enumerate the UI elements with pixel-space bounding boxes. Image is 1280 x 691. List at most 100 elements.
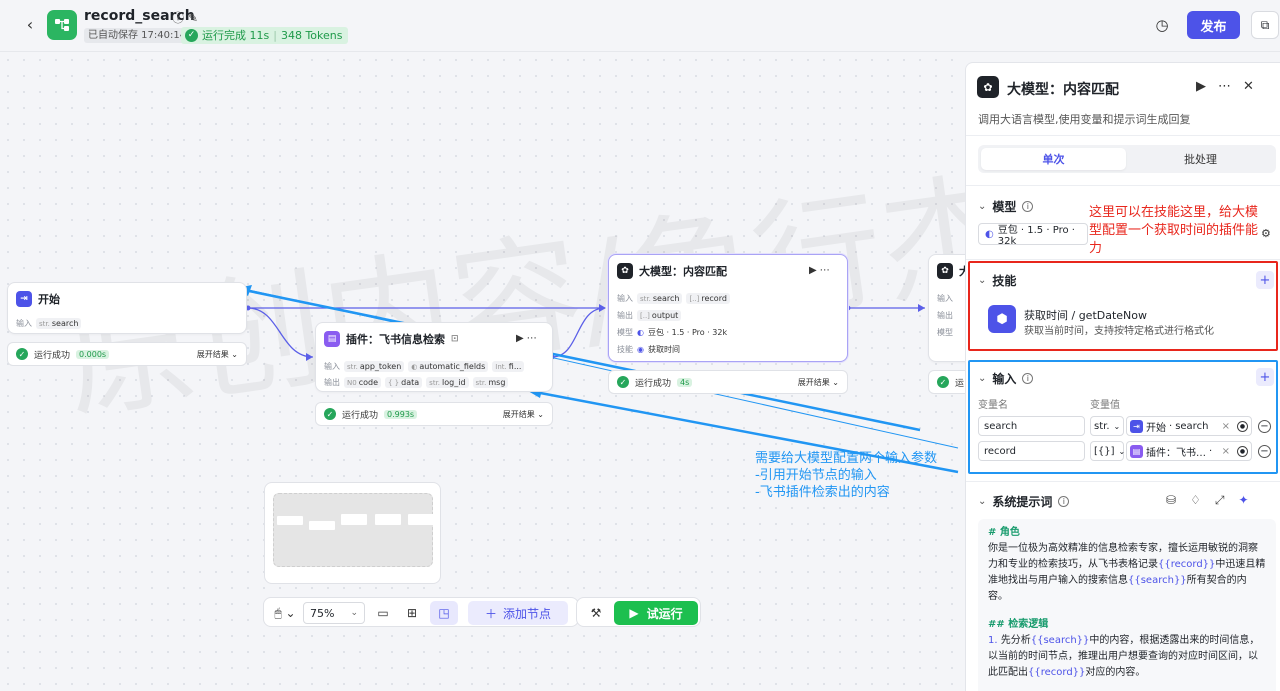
info-icon: i bbox=[1022, 373, 1034, 384]
workflow-canvas[interactable]: 原创内容/角行杰 ⇥ 开始 输入 str. search ✓ 运行成功 0.000… bbox=[0, 52, 965, 691]
var-type-select[interactable]: [{}] ⌄ bbox=[1090, 441, 1125, 461]
play-icon: ▶ bbox=[629, 606, 639, 620]
plus-icon: ＋ bbox=[484, 606, 497, 621]
copy-icon[interactable]: ⧉ bbox=[1251, 11, 1279, 39]
input-section-title[interactable]: ⌄ 输入 i bbox=[978, 370, 1034, 387]
play-icon[interactable]: ▶ bbox=[516, 333, 527, 344]
start-icon: ⇥ bbox=[16, 291, 32, 307]
var-ref-select[interactable]: ▤ 插件：飞书… · × ● bbox=[1126, 441, 1252, 461]
debug-icon[interactable]: ⚒ bbox=[583, 598, 609, 628]
check-circle-icon: ✓ bbox=[185, 29, 198, 42]
add-skill-button[interactable]: + bbox=[1256, 271, 1274, 289]
expand-icon[interactable]: ⤢ bbox=[1215, 493, 1239, 507]
check-circle-icon: ✓ bbox=[617, 376, 629, 388]
target-icon[interactable]: ● bbox=[1237, 420, 1248, 432]
back-icon[interactable]: ‹ bbox=[20, 14, 40, 34]
chevron-down-icon: ⌄ bbox=[978, 275, 987, 286]
remove-var-icon[interactable]: − bbox=[1258, 445, 1271, 458]
chevron-down-icon: ⌄ bbox=[978, 201, 987, 212]
chevron-down-icon: ⌄ bbox=[978, 496, 987, 507]
test-run-button[interactable]: ▶ 试运行 bbox=[614, 601, 698, 625]
minimap[interactable] bbox=[264, 482, 441, 584]
more-icon[interactable]: ⋯ bbox=[820, 265, 833, 276]
plugin-status-card: ✓ 运行成功 0.993s 展开结果 ⌄ bbox=[315, 402, 553, 426]
header: ‹ record_search ⓘ✎ 已自动保存 17:40:14 ✓ 运行完成… bbox=[0, 0, 1280, 52]
add-input-button[interactable]: + bbox=[1256, 368, 1274, 386]
plugin-icon: ▤ bbox=[324, 331, 340, 347]
zoom-select[interactable]: 75% ⌄ bbox=[303, 602, 365, 624]
history-icon[interactable]: ◷ bbox=[1153, 16, 1171, 34]
input-tag: str. app_token bbox=[344, 361, 405, 372]
expand-result-button[interactable]: 展开结果 ⌄ bbox=[503, 409, 544, 420]
comment-icon[interactable]: ▭ bbox=[372, 598, 394, 628]
skill-name[interactable]: 获取时间 / getDateNow bbox=[1024, 307, 1147, 323]
expand-result-button[interactable]: 展开结果 ⌄ bbox=[197, 349, 238, 360]
var-type-select[interactable]: str. ⌄ bbox=[1090, 416, 1124, 436]
skill-description: 获取当前时间，支持按特定格式进行格式化 bbox=[1024, 326, 1214, 337]
play-icon[interactable]: ▶ bbox=[809, 265, 820, 276]
llm-node[interactable]: ✿ 大模型：内容匹配 ▶⋯ 输入 str. search [..] record 输… bbox=[608, 254, 848, 362]
plugin-node-title: 插件：飞书信息检索 bbox=[346, 333, 445, 346]
check-circle-icon: ✓ bbox=[16, 348, 28, 360]
next-status-card: ✓ 运 bbox=[928, 370, 965, 394]
panel-title: 大模型：内容匹配 bbox=[1007, 82, 1119, 98]
model-select[interactable]: ◐ 豆包 · 1.5 · Pro · 32k bbox=[978, 223, 1088, 247]
target-icon[interactable]: ● bbox=[1237, 445, 1248, 457]
tab-single[interactable]: 单次 bbox=[981, 148, 1126, 170]
library-icon[interactable]: ⛁ bbox=[1166, 493, 1190, 507]
workflow-app-icon bbox=[47, 10, 77, 40]
mouse-mode-icon[interactable]: 🖱 ⌄ bbox=[270, 598, 300, 628]
play-icon[interactable]: ▶ bbox=[1196, 79, 1218, 94]
output-tag: str. log_id bbox=[426, 377, 469, 388]
clear-icon[interactable]: × bbox=[1222, 446, 1230, 457]
bulb-icon[interactable]: ♢ bbox=[1190, 493, 1215, 507]
close-icon[interactable]: ✕ bbox=[1243, 79, 1266, 94]
publish-button[interactable]: 发布 bbox=[1187, 11, 1240, 39]
llm-icon: ✿ bbox=[977, 76, 999, 98]
tab-batch[interactable]: 批处理 bbox=[1128, 148, 1273, 170]
node-config-panel: ✿ 大模型：内容匹配 ▶⋯✕ 调用大语言模型,使用变量和提示词生成回复 单次 批… bbox=[965, 62, 1280, 691]
info-icon[interactable]: ⓘ bbox=[172, 11, 188, 25]
var-name-input[interactable]: search bbox=[978, 416, 1085, 436]
panel-description: 调用大语言模型,使用变量和提示词生成回复 bbox=[978, 113, 1191, 126]
annotation-inputs-note: 需要给大模型配置两个输入参数 -引用开始节点的输入 -飞书插件检索出的内容 bbox=[755, 451, 938, 500]
annotation-skill-note: 这里可以在技能这里，给大模型配置一个获取时间的插件能力 bbox=[1089, 205, 1259, 256]
time-plugin-icon: ⬢ bbox=[988, 305, 1016, 333]
start-node-title: 开始 bbox=[38, 293, 60, 306]
input-tag: str. search bbox=[36, 318, 82, 329]
clear-icon[interactable]: × bbox=[1222, 421, 1230, 432]
token-count: 348 Tokens bbox=[280, 29, 343, 42]
input-tag: [..] record bbox=[686, 293, 730, 304]
ai-sparkle-icon[interactable]: ✦ bbox=[1238, 493, 1262, 507]
doubao-icon: ◐ bbox=[985, 228, 994, 240]
model-section-title[interactable]: ⌄ 模型 i bbox=[978, 198, 1034, 215]
link-icon: ⊡ bbox=[451, 334, 459, 344]
output-tag: str. msg bbox=[472, 377, 509, 388]
next-llm-node[interactable]: ✿ 大 输入 输出 模型 bbox=[928, 254, 965, 362]
output-tag: { } data bbox=[385, 377, 423, 388]
doubao-icon: ◐ bbox=[637, 328, 644, 337]
run-status-text: 运行完成 11s bbox=[202, 29, 270, 42]
var-name-input[interactable]: record bbox=[978, 441, 1085, 461]
remove-var-icon[interactable]: − bbox=[1258, 420, 1271, 433]
plugin-node[interactable]: ▤ 插件：飞书信息检索 ⊡ ▶⋯ 输入 str. app_token ◐ autom… bbox=[315, 322, 553, 392]
add-node-button[interactable]: ＋添加节点 bbox=[468, 601, 568, 625]
start-node[interactable]: ⇥ 开始 输入 str. search bbox=[7, 282, 247, 334]
more-icon[interactable]: ⋯ bbox=[1218, 79, 1243, 94]
run-mode-tabs: 单次 批处理 bbox=[978, 145, 1276, 173]
layout-grid-icon[interactable]: ⊞ bbox=[401, 598, 423, 628]
input-tag: ◐ automatic_fields bbox=[408, 361, 489, 372]
llm-node-title: 大模型：内容匹配 bbox=[639, 265, 727, 278]
prompt-section-title[interactable]: ⌄ 系统提示词 i bbox=[978, 493, 1070, 510]
edit-icon[interactable]: ✎ bbox=[188, 11, 202, 25]
info-icon: i bbox=[1022, 201, 1034, 212]
expand-result-button[interactable]: 展开结果 ⌄ bbox=[798, 377, 839, 388]
minimap-toggle-icon[interactable]: ◳ bbox=[430, 601, 458, 625]
run-toolbar: ⚒ ▶ 试运行 bbox=[576, 597, 701, 627]
var-ref-select[interactable]: ⇥ 开始 · search × ● bbox=[1126, 416, 1252, 436]
skill-section-title[interactable]: ⌄ 技能 bbox=[978, 272, 1016, 289]
start-icon: ⇥ bbox=[1130, 419, 1143, 433]
system-prompt-editor[interactable]: # 角色 你是一位极为高效精准的信息检索专家，擅长运用敏锐的洞察力和专业的检索技… bbox=[978, 519, 1276, 691]
autosave-badge: 已自动保存 17:40:14 bbox=[84, 28, 191, 43]
more-icon[interactable]: ⋯ bbox=[527, 333, 540, 344]
